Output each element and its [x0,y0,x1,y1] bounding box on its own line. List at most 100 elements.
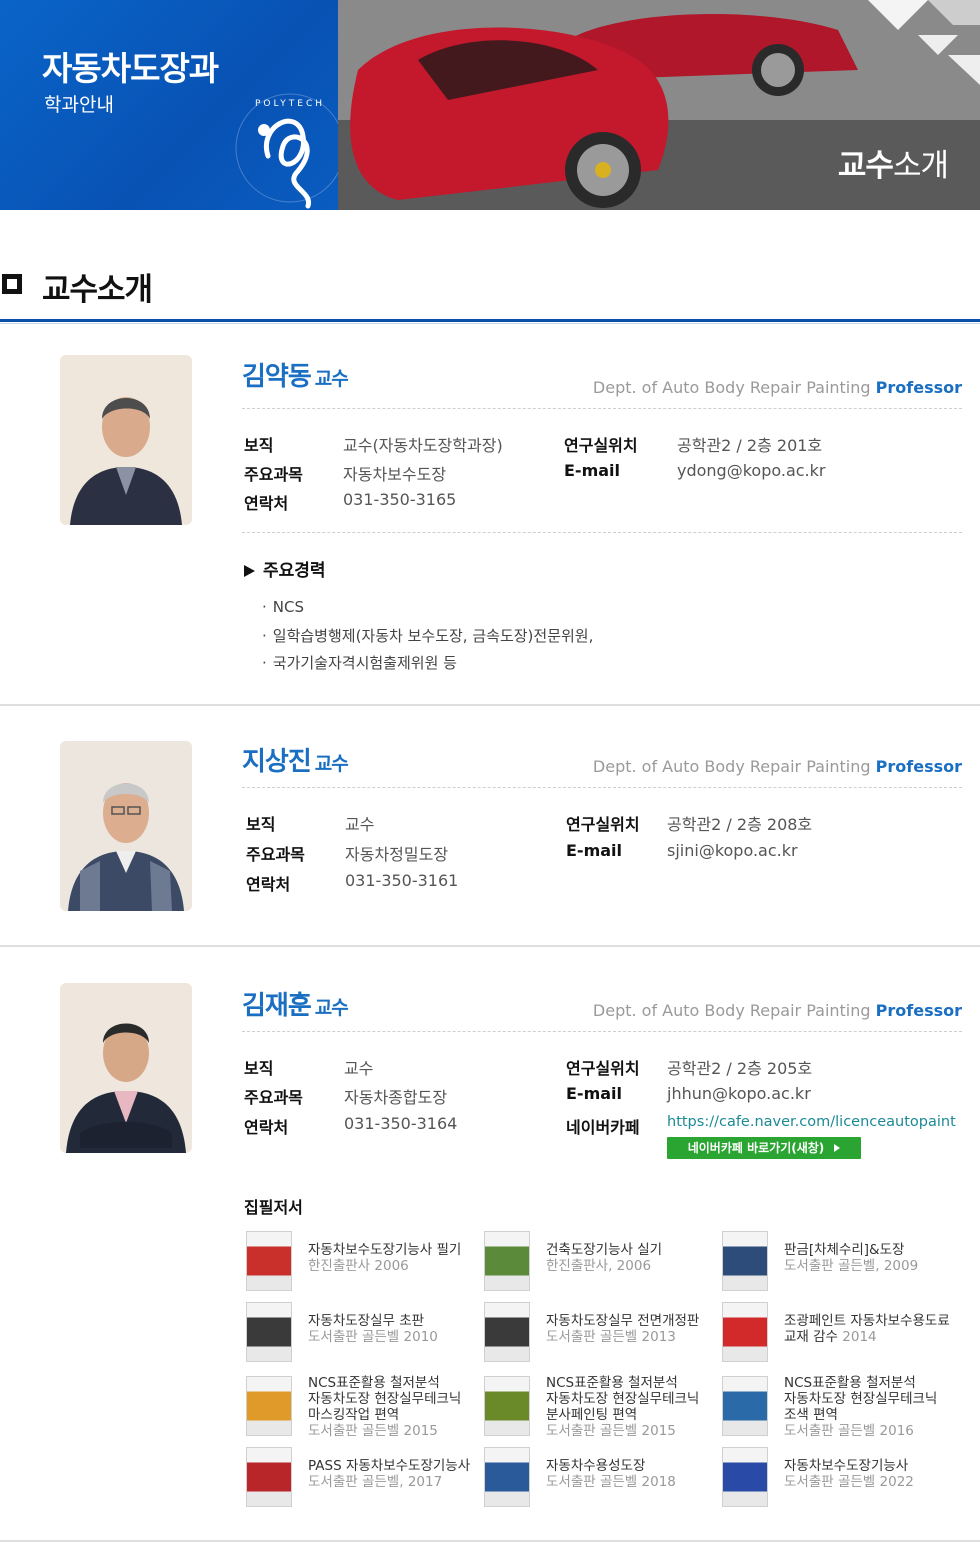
department-title: 자동차도장과 [42,49,219,88]
subject-label: 주요과목 [244,465,303,484]
book-title: 교재 감수 2014 [784,1329,877,1345]
triangle-right-icon [244,565,255,577]
book-item: 자동차도장실무 초판 도서출판 골든벨 2010 [246,1302,482,1372]
contact-label: 연락처 [246,875,291,894]
book-item: 건축도장기능사 실기 한진출판사, 2006 [484,1231,720,1301]
book-cover [484,1231,530,1291]
book-title: 분사페인팅 편역 [546,1407,638,1423]
career-item: 일학습병행제(자동차 보수도장, 금속도장)전문위원, [262,625,594,646]
book-title: 자동차도장 현장실무테크닉 [546,1391,700,1407]
book-title: NCS표준활용 철저분석 [784,1375,916,1391]
book-cover [722,1376,768,1436]
lab-value: 공학관2 / 2층 205호 [667,1059,813,1078]
book-title: NCS표준활용 철저분석 [308,1375,440,1391]
book-title: PASS 자동차보수도장기능사 [308,1458,471,1474]
book-info: 건축도장기능사 실기 한진출판사, 2006 [546,1242,726,1274]
email-link[interactable]: sjini@kopo.ac.kr [667,841,798,860]
career-item: 국가기술자격시험출제위원 등 [262,652,457,673]
dotted-divider [242,787,962,788]
professor-department: Dept. of Auto Body Repair Painting Profe… [592,378,962,397]
polytechnics-logo: POLYTECH [228,86,338,210]
email-label: E-mail [564,461,621,480]
book-item: NCS표준활용 철저분석 자동차도장 현장실무테크닉 분사페인팅 편역 도서출판 골든… [484,1375,720,1446]
book-title: 자동차도장실무 전면개정판 [546,1313,700,1329]
book-publisher: 도서출판 골든벨 2018 [546,1474,676,1490]
dotted-divider [242,408,962,409]
book-publisher: 도서출판 골든벨, 2017 [308,1474,443,1490]
book-title: 마스킹작업 편역 [308,1407,400,1423]
naver-cafe-button[interactable]: 네이버카페 바로가기(새창) [667,1137,861,1159]
subject-value: 자동차보수도장 [343,465,447,484]
career-heading: 주요경력 [244,556,326,581]
book-cover [246,1231,292,1291]
professor-divider [0,945,980,947]
contact-value: 031-350-3161 [345,871,459,890]
book-info: 자동차도장실무 초판 도서출판 골든벨 2010 [308,1313,488,1345]
book-title: 자동차도장 현장실무테크닉 [308,1391,462,1407]
book-publisher: 도서출판 골든벨 2016 [784,1423,914,1439]
naver-cafe-link[interactable]: https://cafe.naver.com/licenceautopaint [667,1114,956,1130]
contact-value: 031-350-3164 [344,1114,458,1133]
contact-label: 연락처 [244,1118,289,1137]
position-label: 보직 [244,1059,274,1078]
career-item: NCS [262,598,304,616]
svg-text:POLYTECH: POLYTECH [255,99,325,109]
professor-department: Dept. of Auto Body Repair Painting Profe… [592,757,962,776]
book-title: 조광페인트 자동차보수용도료 [784,1313,950,1329]
section-header: 교수소개 [0,262,980,308]
book-title: 자동차보수도장기능사 [784,1458,909,1474]
book-info: NCS표준활용 철저분석 자동차도장 현장실무테크닉 조색 편역 도서출판 골든벨 2… [784,1375,964,1439]
book-item: 판금[차체수리]&도장 도서출판 골든벨, 2009 [722,1231,958,1301]
book-info: 판금[차체수리]&도장 도서출판 골든벨, 2009 [784,1242,964,1274]
book-cover [246,1302,292,1362]
book-publisher: 도서출판 골든벨 2022 [784,1474,914,1490]
email-label: E-mail [566,841,623,860]
book-title: 자동차도장 현장실무테크닉 [784,1391,938,1407]
book-publisher: 도서출판 골든벨 2015 [308,1423,438,1439]
book-cover [484,1376,530,1436]
contact-label: 연락처 [244,494,289,513]
contact-value: 031-350-3165 [343,490,457,509]
email-link[interactable]: ydong@kopo.ac.kr [677,461,825,480]
banner-department-panel: 자동차도장과 학과안내 POLYTECH [0,0,338,210]
play-arrow-icon [834,1144,841,1152]
dotted-divider [242,1031,962,1032]
page-banner: 자동차도장과 학과안내 POLYTECH 교수소개 [0,0,980,210]
email-label: E-mail [566,1084,623,1103]
book-info: 자동차보수도장기능사 필기 한진출판사 2006 [308,1242,488,1274]
lab-value: 공학관2 / 2층 201호 [677,436,823,455]
professor-photo [60,355,192,525]
book-publisher: 도서출판 골든벨 2010 [308,1329,438,1345]
professor-photo [60,741,192,911]
lab-label: 연구실위치 [564,436,638,455]
position-label: 보직 [244,436,274,455]
book-publisher: 도서출판 골든벨, 2009 [784,1258,919,1274]
section-divider [0,319,980,322]
book-item: NCS표준활용 철저분석 자동차도장 현장실무테크닉 마스킹작업 편역 도서출판 골든… [246,1375,482,1446]
book-item: 자동차수용성도장 도서출판 골든벨 2018 [484,1447,720,1517]
position-value: 교수 [344,1059,374,1078]
book-cover [722,1302,768,1362]
book-title: 조색 편역 [784,1407,838,1423]
book-info: 자동차수용성도장 도서출판 골든벨 2018 [546,1458,726,1490]
book-cover [246,1376,292,1436]
book-title: 건축도장기능사 실기 [546,1242,663,1258]
professor-photo [60,983,192,1153]
book-item: 조광페인트 자동차보수용도료 교재 감수 2014 [722,1302,958,1372]
subject-value: 자동차종합도장 [344,1088,448,1107]
bottom-divider [0,1540,980,1542]
book-item: NCS표준활용 철저분석 자동차도장 현장실무테크닉 조색 편역 도서출판 골든벨 2… [722,1375,958,1446]
books-heading: 집필저서 [244,1198,303,1217]
department-subtitle: 학과안내 [44,94,114,116]
book-title: 자동차보수도장기능사 필기 [308,1242,462,1258]
book-publisher: 한진출판사, 2006 [546,1258,652,1274]
section-divider-thin [0,323,980,324]
cafe-label: 네이버카페 [566,1118,640,1137]
position-label: 보직 [246,815,276,834]
email-link[interactable]: jhhun@kopo.ac.kr [667,1084,811,1103]
lab-label: 연구실위치 [566,1059,640,1078]
book-title: 자동차수용성도장 [546,1458,646,1474]
book-item: 자동차보수도장기능사 도서출판 골든벨 2022 [722,1447,958,1517]
subject-label: 주요과목 [244,1088,303,1107]
professor-name: 김약동 교수 [242,362,349,392]
